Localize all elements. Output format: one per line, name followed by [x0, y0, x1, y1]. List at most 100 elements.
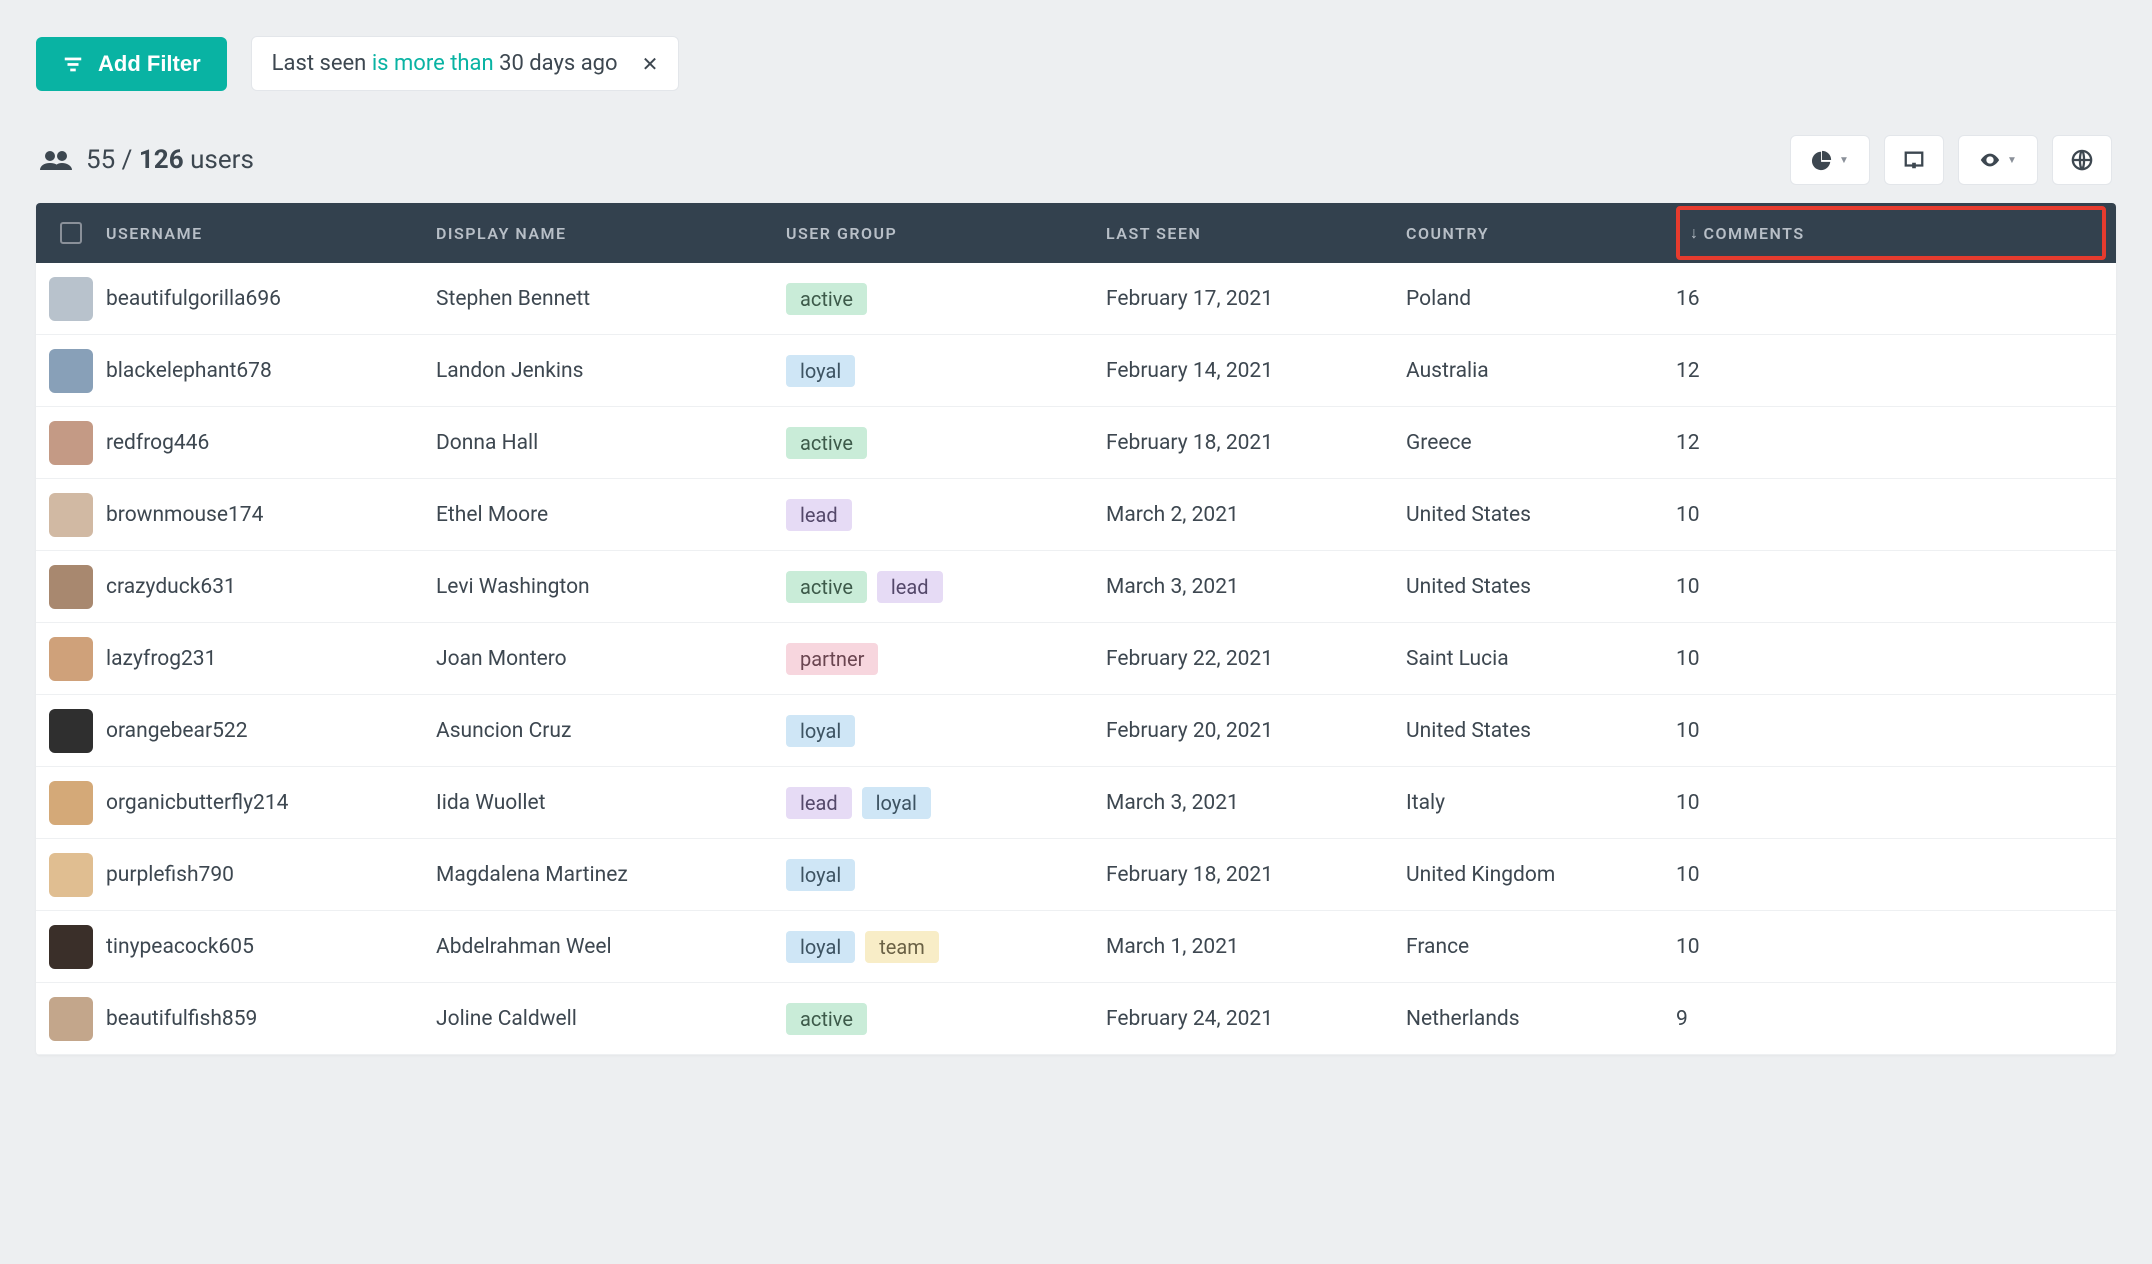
avatar — [49, 709, 93, 753]
cell-user-group: active — [786, 283, 1106, 315]
filter-chip[interactable]: Last seen is more than 30 days ago ✕ — [251, 36, 680, 91]
table-row[interactable]: organicbutterfly214Iida Wuolletleadloyal… — [36, 767, 2116, 839]
cell-country: United States — [1406, 503, 1676, 527]
table-row[interactable]: beautifulfish859Joline CaldwellactiveFeb… — [36, 983, 2116, 1055]
cell-username: brownmouse174 — [106, 503, 436, 527]
col-header-country[interactable]: COUNTRY — [1406, 224, 1676, 243]
tag-active: active — [786, 571, 867, 603]
cell-display-name: Abdelrahman Weel — [436, 935, 786, 959]
table-row[interactable]: purplefish790Magdalena MartinezloyalFebr… — [36, 839, 2116, 911]
add-filter-button[interactable]: Add Filter — [36, 37, 227, 91]
cell-user-group: partner — [786, 643, 1106, 675]
cell-display-name: Magdalena Martinez — [436, 863, 786, 887]
avatar — [49, 349, 93, 393]
cell-user-group: leadloyal — [786, 787, 1106, 819]
tag-team: team — [865, 931, 939, 963]
table-row[interactable]: beautifulgorilla696Stephen Bennettactive… — [36, 263, 2116, 335]
cell-user-group: loyal — [786, 355, 1106, 387]
avatar — [49, 781, 93, 825]
cell-username: blackelephant678 — [106, 359, 436, 383]
cell-display-name: Asuncion Cruz — [436, 719, 786, 743]
cell-username: tinypeacock605 — [106, 935, 436, 959]
globe-button[interactable] — [2052, 135, 2112, 185]
table-row[interactable]: brownmouse174Ethel Moorelead March 2, 202… — [36, 479, 2116, 551]
remove-filter-icon[interactable]: ✕ — [642, 52, 659, 76]
cell-comments: 9 — [1676, 1007, 2116, 1031]
tag-partner: partner — [786, 643, 878, 675]
avatar — [49, 925, 93, 969]
table-row[interactable]: blackelephant678Landon Jenkinsloyal Febru… — [36, 335, 2116, 407]
select-all-checkbox[interactable] — [60, 222, 82, 244]
cell-display-name: Joline Caldwell — [436, 1007, 786, 1031]
cell-country: United States — [1406, 575, 1676, 599]
cell-last-seen: February 24, 2021 — [1106, 1007, 1406, 1031]
tag-lead: lead — [786, 499, 852, 531]
visibility-button[interactable]: ▼ — [1958, 135, 2038, 185]
cell-username: beautifulgorilla696 — [106, 287, 436, 311]
cell-comments: 10 — [1676, 503, 2116, 527]
tag-loyal: loyal — [786, 859, 855, 891]
filter-operator: is more than — [372, 51, 494, 76]
cell-last-seen: February 14, 2021 — [1106, 359, 1406, 383]
cell-display-name: Ethel Moore — [436, 503, 786, 527]
cell-display-name: Donna Hall — [436, 431, 786, 455]
cell-country: Italy — [1406, 791, 1676, 815]
table-row[interactable]: redfrog446Donna Hallactive February 18, 2… — [36, 407, 2116, 479]
count-shown: 55 — [86, 145, 115, 175]
cell-country: Australia — [1406, 359, 1676, 383]
chart-button[interactable]: ▼ — [1790, 135, 1870, 185]
sort-desc-icon: ↓ — [1690, 223, 1700, 243]
table-header: USERNAME DISPLAY NAME USER GROUP LAST SE… — [36, 203, 2116, 263]
col-header-user-group[interactable]: USER GROUP — [786, 224, 1106, 243]
col-header-username[interactable]: USERNAME — [106, 224, 436, 243]
cell-display-name: Iida Wuollet — [436, 791, 786, 815]
chevron-down-icon: ▼ — [1839, 155, 1849, 166]
cell-country: United Kingdom — [1406, 863, 1676, 887]
cell-last-seen: February 22, 2021 — [1106, 647, 1406, 671]
cell-comments: 10 — [1676, 719, 2116, 743]
cell-last-seen: February 18, 2021 — [1106, 863, 1406, 887]
tag-active: active — [786, 427, 867, 459]
col-header-display-name[interactable]: DISPLAY NAME — [436, 224, 786, 243]
action-buttons: ▼ ▼ — [1790, 135, 2112, 185]
cell-last-seen: March 1, 2021 — [1106, 935, 1406, 959]
cell-last-seen: March 3, 2021 — [1106, 791, 1406, 815]
cell-comments: 10 — [1676, 791, 2116, 815]
cell-comments: 12 — [1676, 359, 2116, 383]
cell-display-name: Levi Washington — [436, 575, 786, 599]
users-table: USERNAME DISPLAY NAME USER GROUP LAST SE… — [36, 203, 2116, 1055]
cell-user-group: active — [786, 427, 1106, 459]
table-row[interactable]: tinypeacock605Abdelrahman WeelloyalteamM… — [36, 911, 2116, 983]
cell-user-group: loyalteam — [786, 931, 1106, 963]
cell-username: redfrog446 — [106, 431, 436, 455]
cell-username: beautifulfish859 — [106, 1007, 436, 1031]
avatar — [49, 565, 93, 609]
cell-last-seen: February 17, 2021 — [1106, 287, 1406, 311]
tag-loyal: loyal — [786, 355, 855, 387]
cell-comments: 12 — [1676, 431, 2116, 455]
cell-comments: 10 — [1676, 863, 2116, 887]
cell-last-seen: February 18, 2021 — [1106, 431, 1406, 455]
tag-loyal: loyal — [862, 787, 931, 819]
tag-loyal: loyal — [786, 715, 855, 747]
cell-last-seen: March 2, 2021 — [1106, 503, 1406, 527]
cell-display-name: Landon Jenkins — [436, 359, 786, 383]
cell-last-seen: February 20, 2021 — [1106, 719, 1406, 743]
export-button[interactable] — [1884, 135, 1944, 185]
table-row[interactable]: orangebear522Asuncion CruzloyalFebruary … — [36, 695, 2116, 767]
col-header-comments[interactable]: ↓COMMENTS — [1676, 206, 2106, 260]
cell-user-group: loyal — [786, 859, 1106, 891]
avatar — [49, 421, 93, 465]
eye-icon — [1979, 149, 2001, 171]
filter-value: 30 days ago — [499, 51, 618, 76]
cell-user-group: active lead — [786, 571, 1106, 603]
table-row[interactable]: crazyduck631Levi WashingtonactiveleadMar… — [36, 551, 2116, 623]
cell-comments: 10 — [1676, 575, 2116, 599]
col-header-last-seen[interactable]: LAST SEEN — [1106, 224, 1406, 243]
table-body: beautifulgorilla696Stephen Bennettactive… — [36, 263, 2116, 1055]
cell-comments: 16 — [1676, 287, 2116, 311]
table-row[interactable]: lazyfrog231Joan MonteropartnerFebruary 2… — [36, 623, 2116, 695]
export-icon — [1903, 149, 1925, 171]
tag-lead: lead — [877, 571, 943, 603]
count-total: 126 — [139, 145, 184, 175]
